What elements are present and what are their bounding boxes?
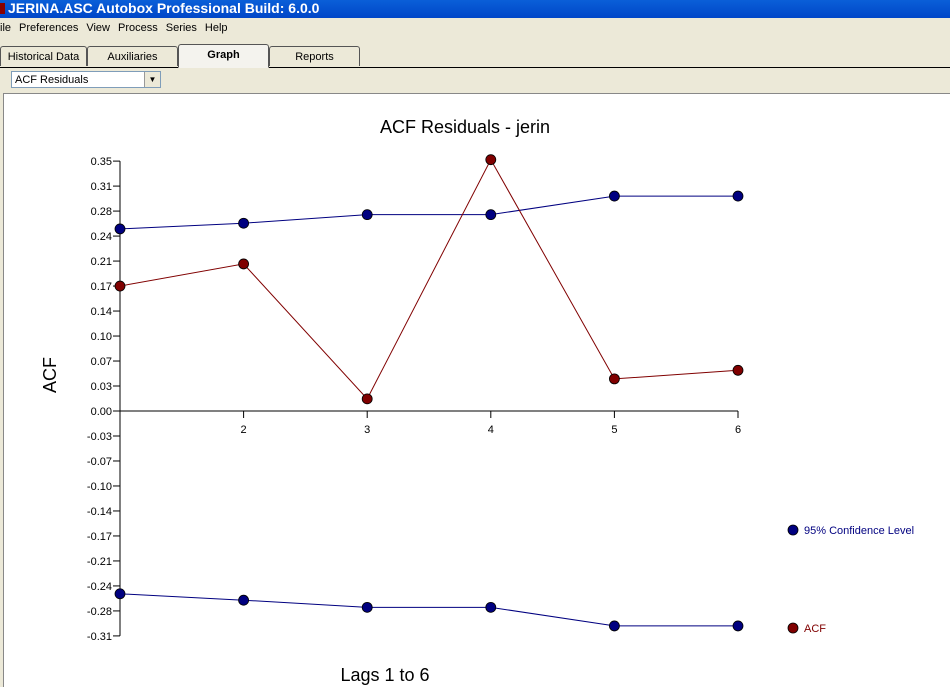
data-point [114, 588, 126, 600]
acf-chart: ACF Residuals - jerin Lags 1 to 6 ACF 0.35 0… [40, 117, 914, 685]
data-point [238, 258, 250, 270]
y-tick-label: 0.28 [91, 206, 112, 218]
data-point [609, 620, 620, 632]
series-line [119, 593, 738, 627]
y-tick-label: -0.07 [87, 456, 112, 468]
data-point [238, 217, 250, 229]
y-tick-label: -0.14 [87, 506, 112, 518]
x-tick-label: 4 [488, 424, 494, 436]
y-tick-label: -0.03 [87, 431, 112, 443]
y-tick-label: 0.00 [91, 406, 112, 418]
x-tick-label: 3 [364, 424, 370, 436]
y-tick-label: -0.21 [87, 556, 112, 568]
data-point [732, 190, 744, 202]
y-tick-label: 0.31 [91, 181, 112, 193]
y-tick-label: -0.17 [87, 531, 112, 543]
y-tick-label: 0.14 [91, 306, 112, 318]
data-point [238, 594, 250, 606]
series-line [119, 195, 738, 230]
x-tick-label: 2 [241, 424, 247, 436]
data-point [485, 154, 497, 166]
legend-marker [787, 524, 799, 536]
y-tick-label: -0.31 [87, 631, 112, 643]
x-axis-label: Lags 1 to 6 [340, 665, 429, 685]
series-line [119, 158, 739, 400]
data-point [114, 280, 126, 292]
y-axis-label: ACF [40, 357, 60, 393]
data-point [361, 601, 373, 613]
y-tick-label: 0.03 [91, 381, 112, 393]
data-point [732, 620, 744, 632]
y-tick-label: -0.28 [87, 606, 112, 618]
y-tick-label: 0.10 [91, 331, 112, 343]
y-tick-label: 0.07 [91, 356, 112, 368]
data-point [361, 393, 373, 405]
chart-title: ACF Residuals - jerin [380, 117, 550, 137]
legend-marker [787, 622, 799, 634]
y-tick-label: 0.17 [91, 281, 112, 293]
x-tick-label: 5 [611, 424, 617, 436]
y-tick-label: 0.35 [91, 156, 112, 168]
data-point [485, 601, 497, 613]
legend-label: 95% Confidence Level [804, 525, 914, 537]
data-point [485, 209, 497, 221]
legend-label: ACF [804, 623, 826, 635]
data-point [732, 364, 744, 376]
x-tick-label: 6 [735, 424, 741, 436]
data-point [609, 190, 620, 202]
data-point [114, 223, 126, 235]
y-tick-label: -0.10 [87, 481, 112, 493]
y-tick-label: 0.24 [91, 231, 112, 243]
data-point [361, 209, 373, 221]
y-tick-label: 0.21 [91, 256, 112, 268]
y-tick-label: -0.24 [87, 581, 112, 593]
data-point [609, 373, 620, 385]
